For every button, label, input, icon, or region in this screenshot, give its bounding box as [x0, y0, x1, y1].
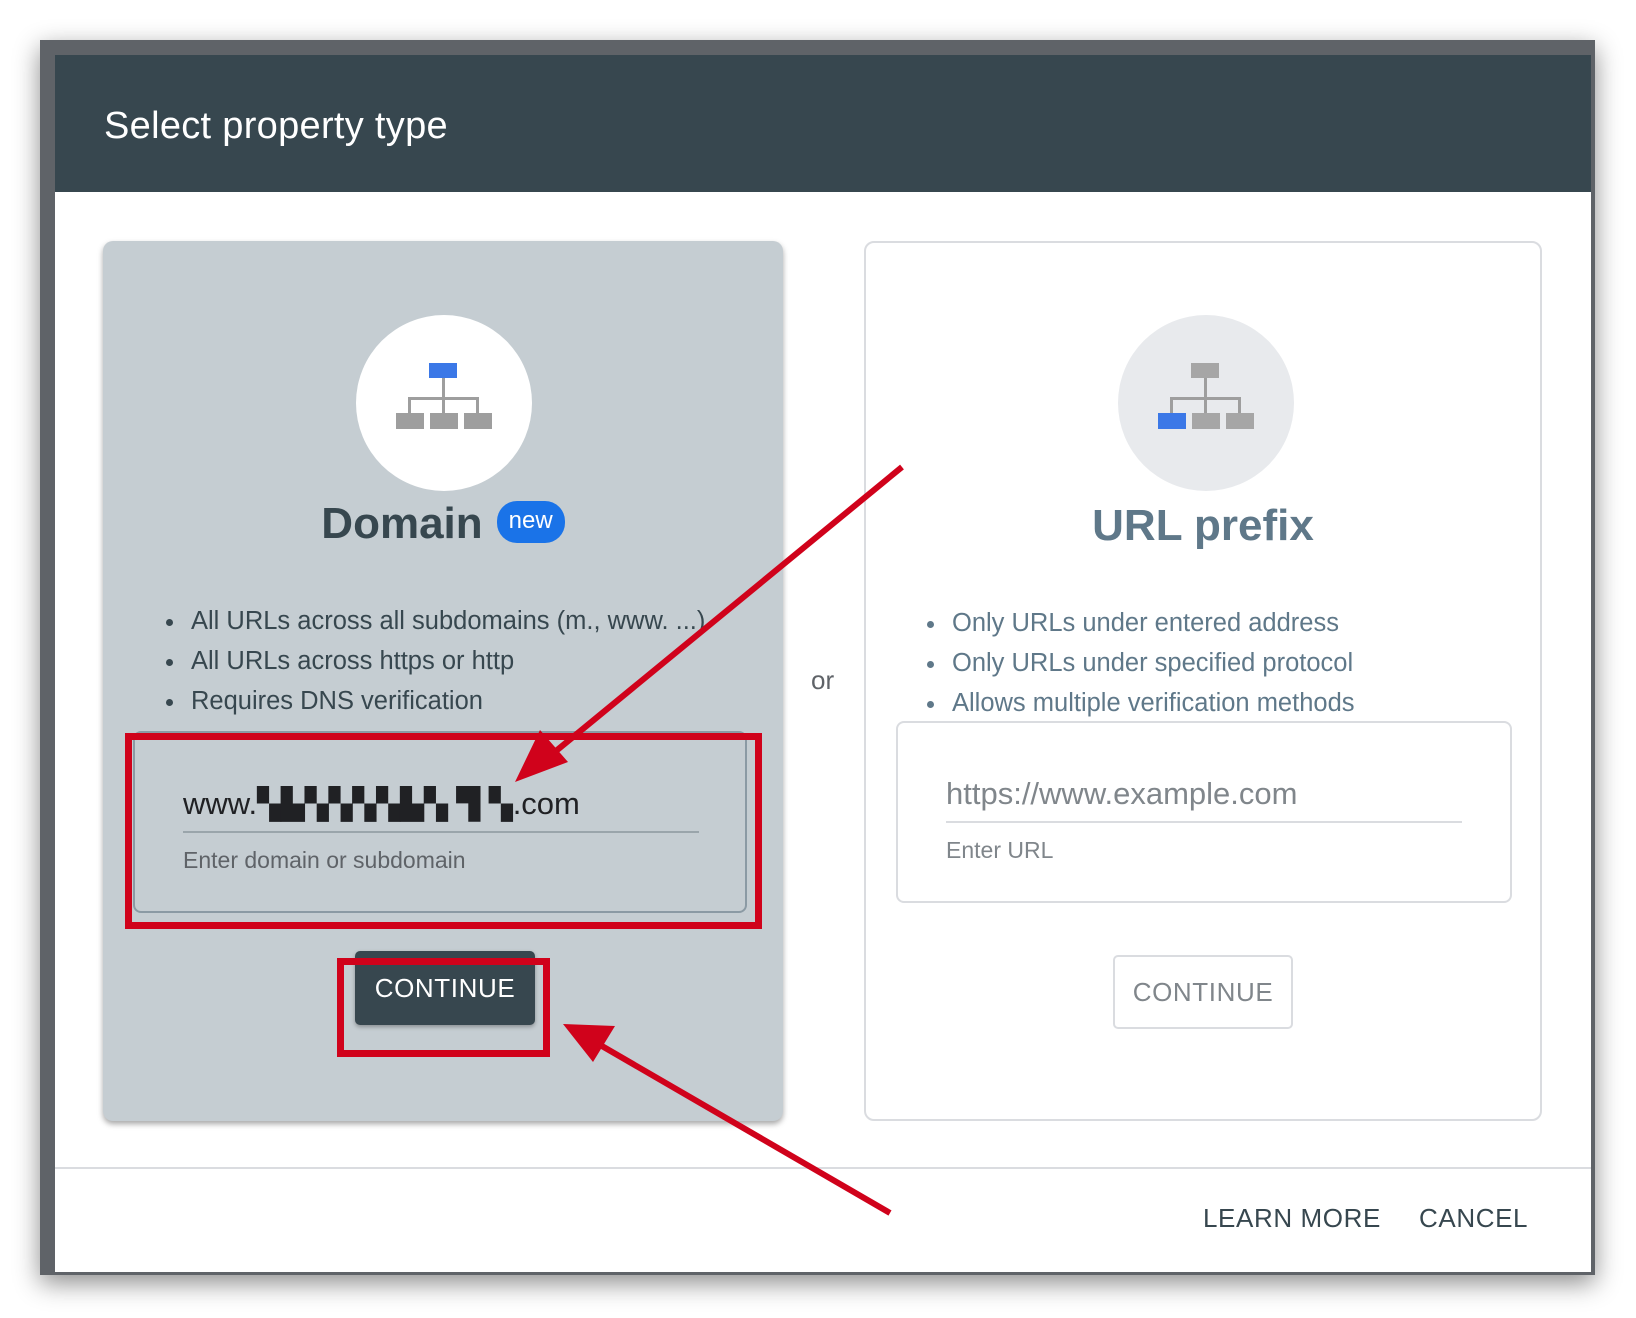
learn-more-button[interactable]: LEARN MORE — [1193, 1195, 1391, 1242]
domain-feature-list: All URLs across all subdomains (m., www.… — [161, 601, 705, 721]
domain-title: Domain new — [103, 499, 783, 549]
sitemap-icon — [396, 363, 492, 429]
url-field-box: Enter URL — [896, 721, 1512, 903]
domain-icon-circle — [356, 315, 532, 491]
select-property-dialog: Select property type Domain new All URLs … — [55, 55, 1591, 1272]
list-item: All URLs across all subdomains (m., www.… — [187, 601, 705, 641]
dialog-header: Select property type — [55, 55, 1591, 192]
dialog-title: Select property type — [104, 105, 448, 147]
domain-input-helper: Enter domain or subdomain — [183, 847, 466, 873]
url-prefix-title: URL prefix — [1092, 501, 1314, 550]
or-separator: or — [811, 665, 835, 695]
footer-divider — [55, 1167, 1591, 1169]
domain-input[interactable] — [183, 777, 699, 833]
list-item: Allows multiple verification methods — [948, 683, 1355, 723]
url-input[interactable] — [946, 767, 1462, 823]
list-item: All URLs across https or http — [187, 641, 705, 681]
url-prefix-feature-list: Only URLs under entered address Only URL… — [922, 603, 1355, 723]
url-prefix-card[interactable]: URL prefix Only URLs under entered addre… — [864, 241, 1542, 1121]
list-item: Only URLs under specified protocol — [948, 643, 1355, 683]
list-item: Only URLs under entered address — [948, 603, 1355, 643]
sitemap-icon — [1158, 363, 1254, 429]
cancel-button[interactable]: CANCEL — [1409, 1195, 1538, 1242]
list-item: Requires DNS verification — [187, 681, 705, 721]
url-input-helper: Enter URL — [946, 837, 1054, 863]
domain-field-box: Enter domain or subdomain — [133, 731, 747, 913]
new-badge: new — [496, 501, 565, 544]
domain-title-text: Domain — [321, 499, 483, 548]
domain-continue-button[interactable]: CONTINUE — [355, 951, 535, 1025]
url-prefix-icon-circle — [1118, 315, 1294, 491]
url-continue-button[interactable]: CONTINUE — [1113, 955, 1293, 1029]
domain-card[interactable]: Domain new All URLs across all subdomains… — [103, 241, 783, 1121]
